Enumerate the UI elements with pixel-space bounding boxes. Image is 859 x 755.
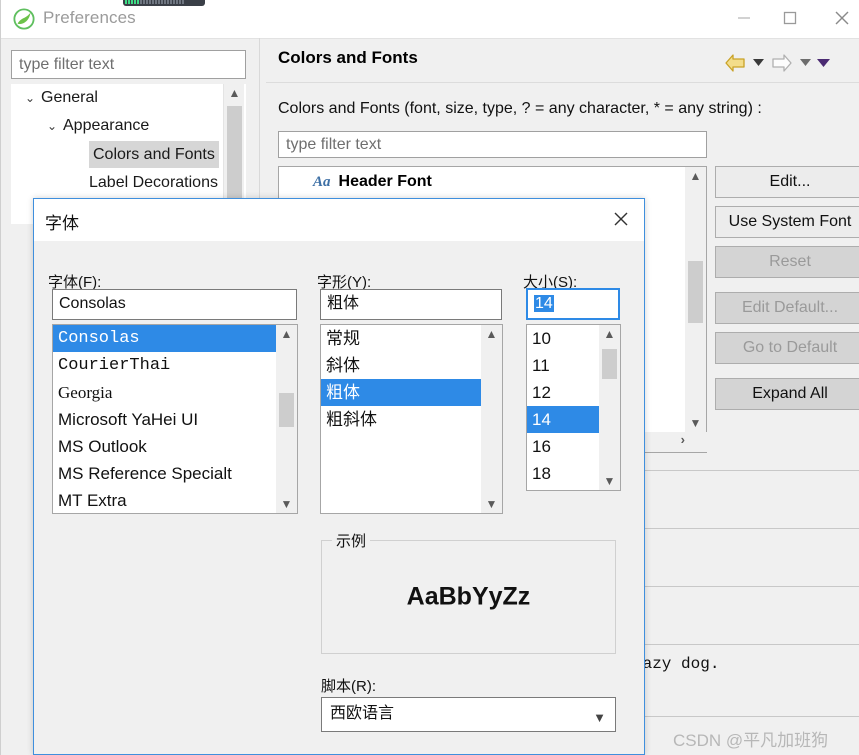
- script-select[interactable]: 西欧语言 ▼: [321, 697, 616, 732]
- preferences-titlebar: Preferences: [1, 0, 859, 38]
- list-item[interactable]: 18: [527, 460, 599, 487]
- font-size-input[interactable]: 14: [526, 288, 620, 320]
- list-item[interactable]: Microsoft YaHei UI: [53, 406, 276, 433]
- chevron-down-icon[interactable]: ▼: [276, 497, 297, 511]
- page-navigation-bar[interactable]: [723, 52, 830, 74]
- chevron-up-icon[interactable]: ▲: [481, 327, 502, 341]
- font-dialog: 字体 字体(F): Consolas Consolas CourierThai …: [33, 198, 645, 755]
- window-close-button[interactable]: [819, 0, 859, 36]
- tree-item-label-decorations[interactable]: Label Decorations: [89, 169, 218, 196]
- font-family-input[interactable]: Consolas: [52, 289, 297, 320]
- edit-button[interactable]: Edit...: [715, 166, 859, 198]
- font-sample-text: AaBbYyZz: [406, 582, 531, 611]
- chevron-down-icon: ⌄: [47, 119, 58, 133]
- font-sample-legend: 示例: [332, 530, 371, 551]
- tree-item-label: General: [41, 89, 98, 106]
- scrollbar-thumb[interactable]: [602, 349, 617, 379]
- chevron-up-icon[interactable]: ▲: [276, 327, 297, 341]
- font-dialog-titlebar: 字体: [34, 199, 644, 241]
- font-style-input[interactable]: 粗体: [320, 289, 502, 320]
- chevron-down-icon[interactable]: ▼: [481, 497, 502, 511]
- list-item[interactable]: 10: [527, 325, 599, 352]
- tree-item-colors-and-fonts[interactable]: Colors and Fonts: [89, 141, 219, 168]
- font-dialog-close-button[interactable]: [604, 203, 638, 235]
- font-family-list-scrollbar[interactable]: ▲ ▼: [276, 325, 297, 513]
- chevron-down-icon[interactable]: ▼: [685, 416, 706, 430]
- titlebar-divider: [1, 38, 859, 39]
- forward-history-chevron-down-icon[interactable]: [799, 52, 812, 74]
- sidebar-filter-input[interactable]: type filter text: [11, 50, 246, 79]
- font-sample-aa-icon: Aa: [313, 174, 331, 190]
- chevron-down-icon: ⌄: [25, 91, 36, 105]
- list-item[interactable]: Consolas: [53, 325, 276, 352]
- chevron-up-icon[interactable]: ▲: [599, 327, 620, 341]
- script-value: 西欧语言: [330, 705, 395, 722]
- tree-item-header-font[interactable]: Aa Header Font: [313, 173, 432, 191]
- spring-leaf-icon: [13, 8, 35, 30]
- font-family-list[interactable]: Consolas CourierThai Georgia Microsoft Y…: [52, 324, 298, 514]
- scrollbar-thumb[interactable]: [688, 261, 703, 323]
- chevron-down-icon[interactable]: ▼: [599, 474, 620, 488]
- ide-badge-decoration: [123, 0, 205, 6]
- edit-default-button[interactable]: Edit Default...: [715, 292, 859, 324]
- list-item[interactable]: 斜体: [321, 352, 481, 379]
- font-dialog-title: 字体: [45, 214, 79, 233]
- screen-root: Preferences type filter text ⌄ General ⌄…: [0, 0, 859, 755]
- list-item[interactable]: MS Reference Specialt: [53, 460, 276, 487]
- window-minimize-button[interactable]: [721, 0, 767, 36]
- scrollbar-thumb[interactable]: [279, 393, 294, 427]
- list-item[interactable]: 16: [527, 433, 599, 460]
- go-to-default-button[interactable]: Go to Default: [715, 332, 859, 364]
- chevron-up-icon[interactable]: ▲: [224, 86, 245, 100]
- list-item[interactable]: Georgia: [53, 379, 276, 406]
- back-arrow-icon[interactable]: [723, 52, 747, 74]
- page-filter-input[interactable]: type filter text: [278, 131, 707, 158]
- page-description: Colors and Fonts (font, size, type, ? = …: [278, 100, 762, 117]
- expand-all-button[interactable]: Expand All: [715, 378, 859, 410]
- page-menu-chevron-down-icon[interactable]: [817, 52, 830, 74]
- scroll-right-icon[interactable]: ›: [681, 432, 685, 447]
- list-item[interactable]: 14: [527, 406, 599, 433]
- page-title: Colors and Fonts: [278, 48, 418, 67]
- font-size-list[interactable]: 10 11 12 14 16 18 20 ▲ ▼: [526, 324, 621, 491]
- tree-item-appearance[interactable]: ⌄ Appearance: [47, 112, 149, 139]
- chevron-down-icon[interactable]: ▼: [593, 706, 606, 730]
- reset-button[interactable]: Reset: [715, 246, 859, 278]
- list-item[interactable]: MS Outlook: [53, 433, 276, 460]
- back-history-chevron-down-icon[interactable]: [752, 52, 765, 74]
- chevron-up-icon[interactable]: ▲: [685, 169, 706, 183]
- list-item[interactable]: 粗斜体: [321, 406, 481, 433]
- font-size-list-scrollbar[interactable]: ▲ ▼: [599, 325, 620, 490]
- window-maximize-button[interactable]: [767, 0, 813, 36]
- script-label: 脚本(R):: [321, 678, 376, 695]
- use-system-font-button[interactable]: Use System Font: [715, 206, 859, 238]
- font-style-list[interactable]: 常规 斜体 粗体 粗斜体 ▲ ▼: [320, 324, 503, 514]
- tree-vertical-scrollbar[interactable]: ▲ ▼: [685, 167, 706, 452]
- tree-item-label: Header Font: [338, 173, 432, 190]
- font-preview-text: lazy dog.: [633, 655, 720, 673]
- list-item[interactable]: 12: [527, 379, 599, 406]
- list-item[interactable]: CourierThai: [53, 352, 276, 379]
- list-item[interactable]: MT Extra: [53, 487, 276, 513]
- window-title: Preferences: [43, 8, 136, 27]
- tree-item-label: Colors and Fonts: [93, 146, 215, 163]
- list-item[interactable]: 常规: [321, 325, 481, 352]
- font-sample-group: 示例 AaBbYyZz: [321, 530, 616, 654]
- tree-item-label: Label Decorations: [89, 174, 218, 191]
- list-item[interactable]: 11: [527, 352, 599, 379]
- tree-item-general[interactable]: ⌄ General: [25, 84, 98, 111]
- list-item[interactable]: 20: [527, 487, 599, 490]
- page-action-buttons: Edit... Use System Font Reset Edit Defau…: [715, 166, 859, 418]
- font-size-value: 14: [534, 295, 554, 312]
- tree-item-label: Appearance: [63, 117, 150, 134]
- list-item[interactable]: 粗体: [321, 379, 481, 406]
- page-title-divider: [266, 82, 859, 83]
- font-style-list-scrollbar[interactable]: ▲ ▼: [481, 325, 502, 513]
- forward-arrow-icon[interactable]: [770, 52, 794, 74]
- scrollbar-thumb[interactable]: [227, 106, 242, 210]
- csdn-watermark: CSDN @平凡加班狗: [673, 731, 829, 750]
